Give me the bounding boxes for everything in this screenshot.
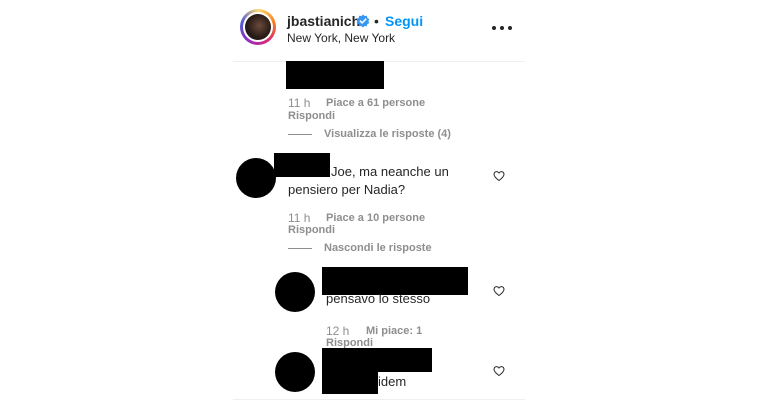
heart-outline-icon[interactable] [493,285,505,297]
verified-badge-icon [356,14,370,28]
comment-text: Joe, ma neanche un [331,164,449,179]
profile-avatar[interactable] [240,9,276,45]
comment-time[interactable]: 11 h [288,211,310,225]
reply-text: pensavo lo stesso [326,291,431,306]
follow-button[interactable]: Segui [385,13,423,29]
redacted-text [322,370,378,394]
replies-toggle-line [288,134,312,135]
reply-avatar[interactable] [275,272,315,312]
comment-meta: 11 h [288,211,310,225]
redacted-username [274,153,330,177]
comment-text: pensiero per Nadia? [288,182,406,197]
separator-dot: • [374,13,379,29]
reply-text: idem [378,374,407,389]
view-replies-button[interactable]: Visualizza le risposte (4) [324,128,451,140]
redacted-comment-text [286,61,384,89]
comment-likes[interactable]: Piace a 10 persone [326,212,425,224]
more-dot [492,26,496,30]
avatar-photo [245,14,271,40]
heart-outline-icon[interactable] [493,365,505,377]
replies-toggle-line [288,248,312,249]
post-comments-panel [233,0,525,400]
comment-time[interactable]: 11 h [288,96,310,110]
more-dot [508,26,512,30]
reply-likes[interactable]: Mi piace: 1 [366,325,422,337]
hide-replies-button[interactable]: Nascondi le risposte [324,242,432,254]
reply-avatar[interactable] [275,352,315,392]
username-link[interactable]: jbastianich [287,13,360,29]
heart-outline-icon[interactable] [493,170,505,182]
redacted-username [322,348,432,372]
more-dot [500,26,504,30]
reply-time[interactable]: 12 h [326,324,349,338]
reply-button[interactable]: Rispondi [288,110,335,122]
reply-button[interactable]: Rispondi [288,224,335,236]
comment-meta: 11 h [288,96,310,110]
reply-meta: 12 h [326,324,349,338]
comment-likes[interactable]: Piace a 61 persone [326,97,425,109]
more-options-icon[interactable] [492,22,516,34]
avatar-ring-gap [243,12,273,42]
commenter-avatar[interactable] [236,158,276,198]
location-link[interactable]: New York, New York [287,31,395,45]
